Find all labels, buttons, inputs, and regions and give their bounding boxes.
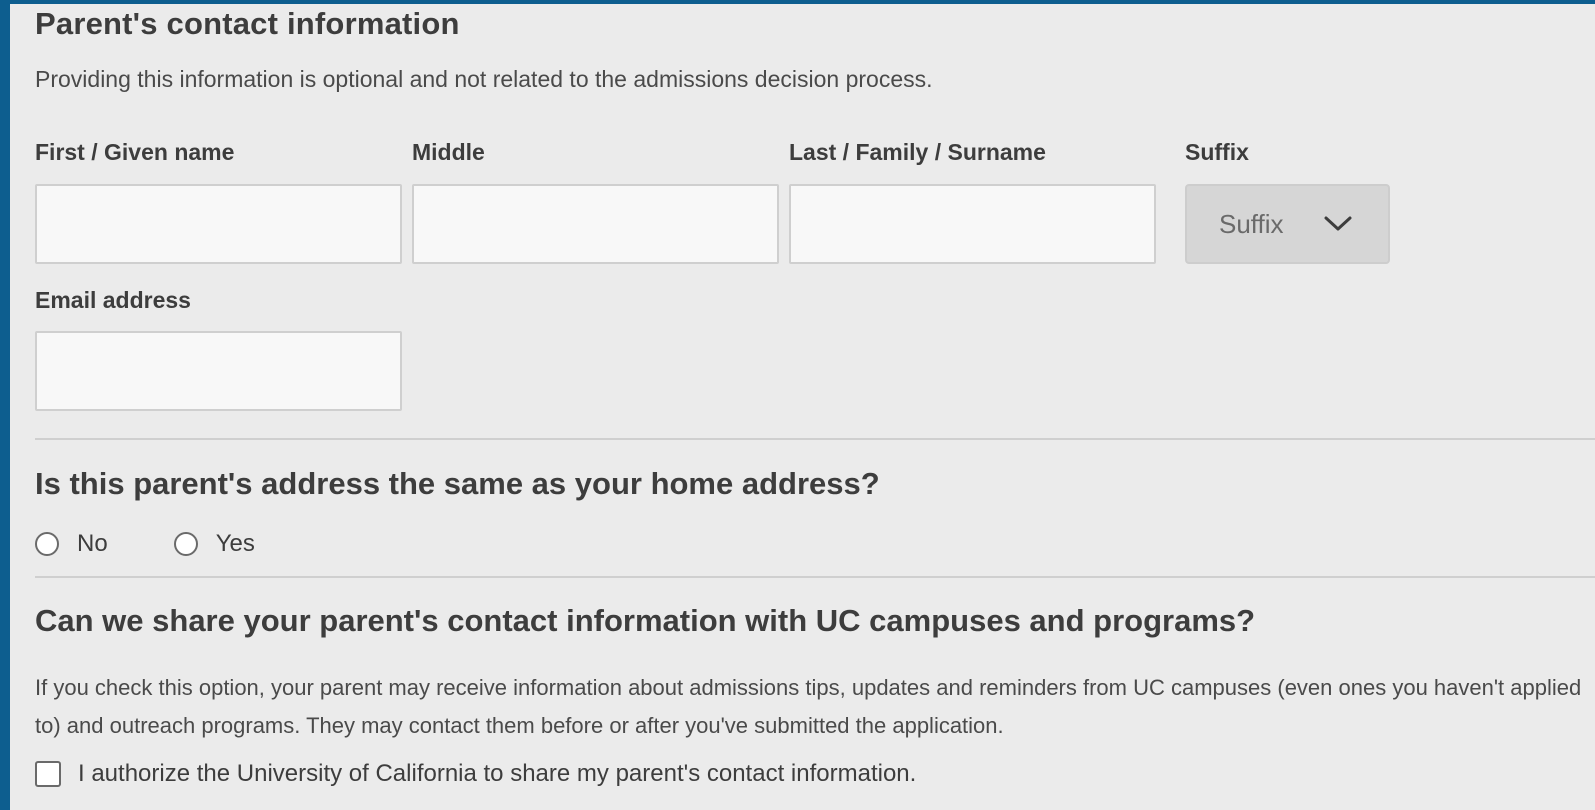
radio-no-label[interactable]: No <box>77 529 108 559</box>
first-name-label: First / Given name <box>35 139 235 165</box>
address-question: Is this parent's address the same as you… <box>35 466 880 501</box>
last-name-label: Last / Family / Surname <box>789 139 1046 165</box>
address-radio-group: No Yes <box>35 524 255 564</box>
chevron-down-icon <box>1324 216 1352 231</box>
section-title: Parent's contact information <box>35 6 460 41</box>
email-input[interactable] <box>35 331 402 411</box>
radio-yes-circle[interactable] <box>173 532 198 556</box>
divider <box>35 438 1595 440</box>
divider <box>35 576 1595 578</box>
share-question: Can we share your parent's contact infor… <box>35 603 1256 638</box>
section-intro: Providing this information is optional a… <box>35 66 933 92</box>
first-name-input[interactable] <box>35 184 402 264</box>
suffix-select[interactable]: Suffix <box>1185 184 1390 264</box>
share-explanation: If you check this option, your parent ma… <box>35 675 1582 738</box>
share-consent[interactable]: I authorize the University of California… <box>35 759 916 789</box>
parent-contact-panel: Parent's contact information Providing t… <box>10 4 1595 810</box>
email-label: Email address <box>35 287 191 313</box>
middle-name-input[interactable] <box>412 184 779 264</box>
suffix-select-value: Suffix <box>1219 209 1284 239</box>
radio-option-no[interactable]: No <box>35 529 108 559</box>
radio-option-yes[interactable]: Yes <box>173 529 255 559</box>
radio-no-circle[interactable] <box>35 532 59 556</box>
last-name-input[interactable] <box>789 184 1156 264</box>
middle-name-label: Middle <box>412 139 485 165</box>
share-consent-label[interactable]: I authorize the University of California… <box>78 759 916 789</box>
radio-yes-label[interactable]: Yes <box>216 529 255 559</box>
share-consent-checkbox[interactable] <box>35 761 61 787</box>
suffix-label: Suffix <box>1185 139 1249 165</box>
